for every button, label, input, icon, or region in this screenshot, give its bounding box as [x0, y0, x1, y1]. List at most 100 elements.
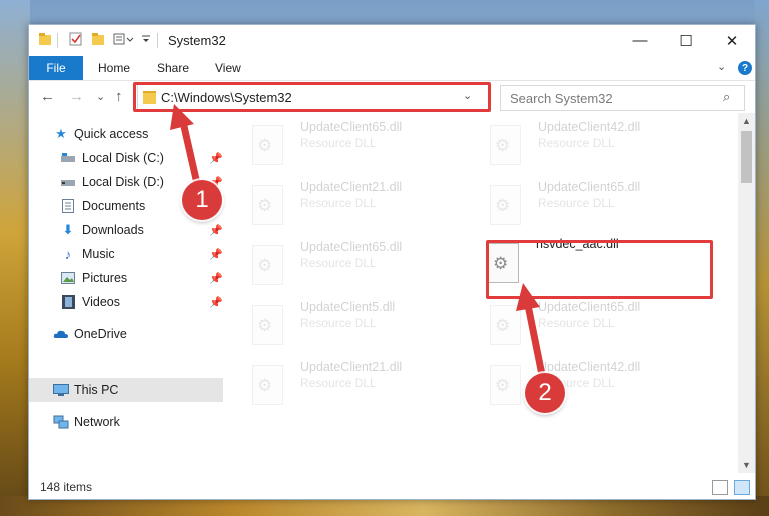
- file-item[interactable]: UpdateClient65.dll Resource DLL: [227, 117, 457, 167]
- forward-button[interactable]: →: [69, 88, 84, 105]
- sidebar-item-onedrive[interactable]: OneDrive: [29, 322, 223, 346]
- minimize-button[interactable]: —: [617, 25, 663, 56]
- file-name: UpdateClient5.dll: [300, 300, 396, 314]
- dll-file-icon: [252, 305, 283, 345]
- sidebar-item-label: Quick access: [74, 127, 149, 141]
- file-description: Resource DLL: [300, 256, 377, 270]
- dll-file-icon: [490, 365, 521, 405]
- sidebar-item-pictures[interactable]: Pictures 📌: [29, 266, 223, 290]
- close-button[interactable]: ✕: [709, 25, 755, 56]
- pin-icon[interactable]: 📌: [209, 152, 223, 165]
- sidebar-item-label: OneDrive: [74, 327, 127, 341]
- sidebar-item-label: Documents: [82, 199, 146, 213]
- item-count: 148 items: [40, 480, 93, 494]
- file-item[interactable]: UpdateClient65.dll Resource DLL: [465, 297, 695, 347]
- file-item[interactable]: UpdateClient21.dll Resource DLL: [227, 177, 457, 227]
- dll-file-icon: [252, 365, 283, 405]
- file-item[interactable]: UpdateClient21.dll Resource DLL: [227, 357, 457, 407]
- file-name: UpdateClient21.dll: [300, 180, 403, 194]
- desktop-background-right: [755, 0, 769, 516]
- help-icon[interactable]: ?: [738, 61, 752, 75]
- expand-ribbon-icon[interactable]: ⌄: [717, 60, 726, 73]
- file-description: Resource DLL: [300, 196, 377, 210]
- maximize-button[interactable]: ☐: [663, 25, 709, 56]
- pin-icon[interactable]: 📌: [209, 224, 223, 237]
- step-one-badge: 1: [182, 180, 222, 220]
- status-bar: 148 items: [29, 475, 755, 499]
- sidebar-item-label: Local Disk (D:): [82, 175, 164, 189]
- dll-file-icon: [490, 305, 521, 345]
- star-icon: ★: [55, 126, 67, 141]
- music-icon: ♪: [64, 246, 72, 262]
- scroll-down-icon[interactable]: ▼: [742, 460, 751, 470]
- search-icon: ⌕: [723, 89, 731, 104]
- dll-file-icon: [252, 125, 283, 165]
- sidebar-item-local-disk-c[interactable]: Local Disk (C:) 📌: [29, 146, 223, 170]
- dropdown-icon[interactable]: [141, 32, 151, 46]
- tab-home[interactable]: Home: [98, 61, 130, 75]
- search-placeholder: Search System32: [510, 91, 613, 106]
- file-description: Resource DLL: [300, 136, 377, 150]
- scroll-up-icon[interactable]: ▲: [742, 116, 751, 126]
- dll-file-icon: [490, 185, 521, 225]
- onedrive-icon: [53, 326, 69, 342]
- file-description: Resource DLL: [538, 136, 615, 150]
- drive-icon: [60, 174, 76, 190]
- downloads-icon: ⬇: [62, 222, 74, 237]
- sidebar-item-videos[interactable]: Videos 📌: [29, 290, 223, 314]
- file-description: Resource DLL: [538, 316, 615, 330]
- file-tab[interactable]: File: [29, 56, 83, 80]
- file-description: Resource DLL: [300, 376, 377, 390]
- separator: [157, 33, 158, 48]
- sidebar-item-label: Music: [82, 247, 115, 261]
- videos-icon: [60, 294, 76, 310]
- sidebar-item-quick-access[interactable]: ★ Quick access: [29, 122, 223, 146]
- sidebar-item-label: Network: [74, 415, 120, 429]
- folder-icon: [38, 32, 52, 46]
- file-item[interactable]: UpdateClient42.dll Resource DLL: [465, 357, 695, 407]
- sidebar-item-label: This PC: [74, 383, 119, 397]
- file-item[interactable]: UpdateClient5.dll Resource DLL: [227, 297, 457, 347]
- file-name: UpdateClient42.dll: [538, 120, 641, 134]
- details-view-icon[interactable]: [712, 480, 728, 495]
- file-highlight-box: [486, 240, 713, 299]
- sidebar-item-network[interactable]: Network: [29, 410, 223, 434]
- file-item[interactable]: UpdateClient65.dll Resource DLL: [227, 237, 457, 287]
- sidebar-item-label: Pictures: [82, 271, 128, 285]
- scrollbar-thumb[interactable]: [741, 131, 752, 183]
- desktop-background-left: [0, 0, 30, 516]
- sidebar-item-label: Local Disk (C:): [82, 151, 164, 165]
- properties-icon[interactable]: [69, 32, 83, 46]
- file-item[interactable]: UpdateClient42.dll Resource DLL: [465, 117, 695, 167]
- pin-icon[interactable]: 📌: [209, 272, 223, 285]
- tab-share[interactable]: Share: [157, 61, 189, 75]
- sidebar-item-label: Videos: [82, 295, 120, 309]
- search-input[interactable]: Search System32 ⌕: [500, 85, 745, 111]
- drive-icon: [60, 150, 76, 166]
- vertical-scrollbar[interactable]: ▲ ▼: [738, 113, 755, 473]
- sidebar-item-music[interactable]: ♪ Music 📌: [29, 242, 223, 266]
- file-item[interactable]: UpdateClient65.dll Resource DLL: [465, 177, 695, 227]
- address-highlight-box: [133, 82, 491, 112]
- sidebar-item-this-pc[interactable]: This PC: [29, 378, 223, 402]
- network-icon: [53, 414, 69, 430]
- pc-icon: [53, 382, 69, 398]
- new-folder-icon[interactable]: [91, 32, 105, 46]
- dll-file-icon: [252, 245, 283, 285]
- back-button[interactable]: ←: [40, 88, 55, 105]
- tab-view[interactable]: View: [215, 61, 241, 75]
- pictures-icon: [60, 270, 76, 286]
- customize-toolbar-icon[interactable]: [113, 32, 135, 46]
- sidebar-item-downloads[interactable]: ⬇ Downloads 📌: [29, 218, 223, 242]
- up-button[interactable]: ↑: [115, 88, 123, 105]
- separator: [57, 33, 58, 48]
- file-name: UpdateClient42.dll: [538, 360, 641, 374]
- dll-file-icon: [252, 185, 283, 225]
- pin-icon[interactable]: 📌: [209, 296, 223, 309]
- large-icons-view-icon[interactable]: [734, 480, 750, 495]
- pin-icon[interactable]: 📌: [209, 248, 223, 261]
- file-name: UpdateClient65.dll: [300, 120, 403, 134]
- recent-locations-button[interactable]: ⌄: [96, 90, 105, 103]
- file-description: Resource DLL: [538, 196, 615, 210]
- dll-file-icon: [490, 125, 521, 165]
